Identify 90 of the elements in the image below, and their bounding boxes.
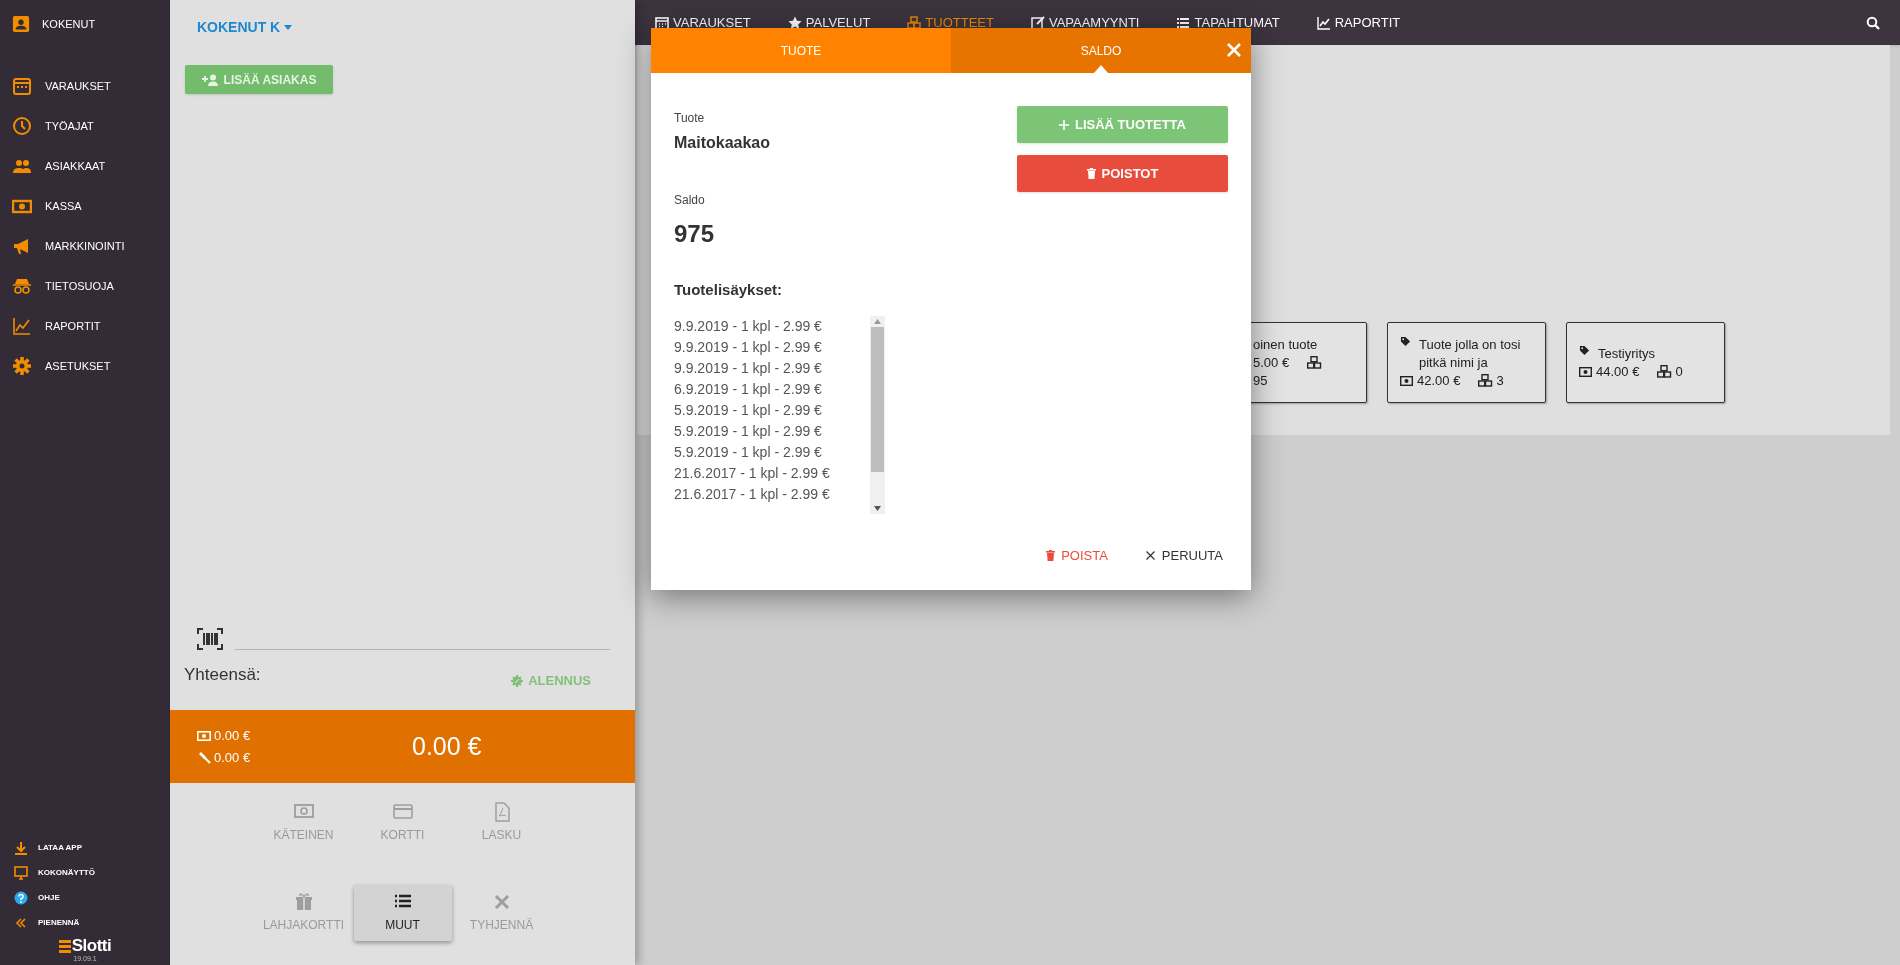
sidebar-item[interactable]: ASIAKKAAT xyxy=(12,154,158,178)
other-amount: 0.00 € xyxy=(214,748,251,767)
star-icon xyxy=(787,15,802,30)
gift-icon xyxy=(293,892,314,912)
product-price: 5.00 € xyxy=(1253,353,1290,372)
search-icon[interactable] xyxy=(1866,15,1880,30)
history-entry: 9.9.2019 - 1 kpl - 2.99 € xyxy=(674,358,823,378)
product-stock: 0 xyxy=(1675,362,1683,381)
double-chevron-icon xyxy=(14,916,28,930)
trash-icon xyxy=(1086,168,1096,179)
delete-button[interactable]: POISTA xyxy=(1038,540,1116,571)
removals-button[interactable]: POISTOT xyxy=(1017,155,1228,192)
download-icon xyxy=(14,841,28,855)
history-entry: 5.9.2019 - 1 kpl - 2.99 € xyxy=(674,421,823,441)
gavel-icon xyxy=(197,750,211,764)
product-name: Tuote jolla on tosi pitkä nimi ja xyxy=(1419,335,1522,372)
calendar-icon xyxy=(12,76,32,96)
cancel-button[interactable]: PERUUTA xyxy=(1137,540,1231,571)
logo-icon xyxy=(58,939,71,953)
cash-icon xyxy=(1579,366,1592,377)
product-card[interactable]: Tuote jolla on tosi pitkä nimi ja 42.00 € 3 xyxy=(1387,322,1546,403)
help-icon xyxy=(14,891,28,905)
sidebar-item[interactable]: VARAUKSET xyxy=(12,74,158,98)
list-icon xyxy=(1176,15,1191,30)
product-stock: 95 xyxy=(1253,371,1269,390)
sidebar-user[interactable]: KOKENUT xyxy=(12,12,158,36)
calendar-icon xyxy=(655,15,669,30)
sidebar-item[interactable]: PIENENNÄ xyxy=(14,915,156,931)
sidebar-item[interactable]: TIETOSUOJA xyxy=(12,274,158,298)
cubes-icon xyxy=(1657,365,1673,378)
total-label: Yhteensä: xyxy=(184,664,261,686)
scroll-up-icon[interactable] xyxy=(874,318,881,324)
cubes-icon xyxy=(907,15,922,30)
history-entry: 6.9.2019 - 1 kpl - 2.99 € xyxy=(674,379,823,399)
chart-icon xyxy=(1316,15,1331,30)
sidebar-item[interactable]: ASETUKSET xyxy=(12,354,158,378)
clock-icon xyxy=(12,116,32,136)
cash-icon xyxy=(1400,375,1413,386)
brand-name: Slotti xyxy=(71,937,112,955)
cash-icon xyxy=(197,730,211,741)
sidebar-item[interactable]: RAPORTIT xyxy=(12,314,158,338)
spy-icon xyxy=(12,276,32,296)
tag-icon xyxy=(1579,344,1590,356)
cubes-icon xyxy=(1478,374,1494,387)
product-name: Maitokaakao xyxy=(674,133,772,153)
sidebar-item[interactable]: TYÖAJAT xyxy=(12,114,158,138)
settings-icon xyxy=(12,356,32,376)
barcode-icon[interactable] xyxy=(197,628,223,650)
sidebar-item[interactable]: KOKONÄYTTÖ xyxy=(14,865,156,881)
scrollbar[interactable] xyxy=(870,315,885,514)
payment-button[interactable]: MUUT xyxy=(353,885,452,941)
user-card-icon xyxy=(12,15,30,33)
product-card[interactable]: Testiyritys 44.00 € 0 xyxy=(1566,322,1725,403)
add-person-icon xyxy=(201,73,218,86)
tag-icon xyxy=(1400,335,1411,347)
edit-icon xyxy=(1030,15,1045,30)
cubes-icon xyxy=(1307,356,1323,369)
history-entry: 21.6.2017 - 1 kpl - 2.99 € xyxy=(674,463,831,483)
history-entry: 9.9.2019 - 1 kpl - 2.99 € xyxy=(674,337,823,357)
badge-icon xyxy=(511,674,524,687)
cash-amount: 0.00 € xyxy=(214,727,251,745)
scrollbar-thumb[interactable] xyxy=(871,326,884,472)
history-entry: 21.6.2017 - 1 kpl - 2.99 € xyxy=(674,484,831,504)
nav-tab[interactable]: RAPORTIT xyxy=(1316,12,1401,33)
history-entry: 5.9.2019 - 1 kpl - 2.99 € xyxy=(674,400,823,420)
card-icon xyxy=(392,802,413,822)
sidebar-item[interactable]: KASSA xyxy=(12,194,158,218)
sidebar-item[interactable]: LATAA APP xyxy=(14,840,156,856)
field-label: Saldo xyxy=(674,192,706,209)
sidebar-item[interactable]: MARKKINOINTI xyxy=(12,234,158,258)
caret-icon xyxy=(284,25,293,30)
history-entry: 9.9.2019 - 1 kpl - 2.99 € xyxy=(674,316,823,336)
history-title: Tuotelisäykset: xyxy=(674,280,784,300)
close-icon[interactable] xyxy=(1227,43,1241,57)
close-icon xyxy=(1145,551,1155,560)
monitor-icon xyxy=(14,866,28,880)
trash-icon xyxy=(1046,550,1056,561)
balance-value: 975 xyxy=(674,219,716,249)
history-entry: 5.9.2019 - 1 kpl - 2.99 € xyxy=(674,442,823,462)
scroll-down-icon[interactable] xyxy=(874,505,881,511)
field-label: Tuote xyxy=(674,110,706,127)
plus-icon xyxy=(1059,119,1069,130)
product-name: Testiyritys xyxy=(1598,344,1657,363)
sidebar-item[interactable]: OHJE xyxy=(14,890,156,906)
total-amount: 0.00 € xyxy=(412,730,482,762)
product-price: 44.00 € xyxy=(1596,362,1640,381)
product-stock: 3 xyxy=(1496,371,1504,390)
product-name: oinen tuote xyxy=(1253,335,1319,354)
product-price: 42.00 € xyxy=(1417,371,1461,390)
chart-icon xyxy=(12,316,32,336)
